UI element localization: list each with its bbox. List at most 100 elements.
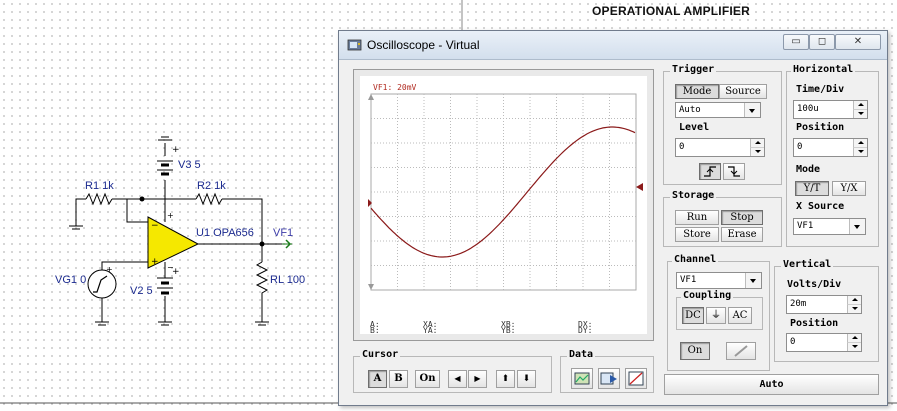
cursor-down-button[interactable]: ⬇ bbox=[517, 370, 536, 388]
channel-color-button[interactable] bbox=[726, 342, 756, 360]
volts-div-field[interactable]: 20m bbox=[786, 295, 862, 314]
chevron-down-icon[interactable] bbox=[745, 273, 761, 288]
vertical-position-field[interactable]: 0 bbox=[786, 333, 862, 352]
oscilloscope-app-icon bbox=[347, 39, 362, 51]
volts-div-value: 20m bbox=[790, 299, 807, 309]
cursor-left-button[interactable]: ◀ bbox=[448, 370, 467, 388]
coupling-ground-button[interactable]: ⏚ bbox=[706, 307, 726, 324]
spin-down-icon[interactable] bbox=[847, 342, 861, 351]
cursor-on-button[interactable]: On bbox=[415, 370, 440, 388]
spin-down-icon[interactable] bbox=[750, 147, 764, 156]
horizontal-mode-label: Mode bbox=[796, 164, 821, 175]
pencil-icon bbox=[734, 345, 748, 357]
svg-text:−: − bbox=[167, 263, 174, 272]
chevron-down-icon[interactable] bbox=[849, 219, 865, 234]
trigger-source-button[interactable]: Source bbox=[719, 84, 767, 99]
store-button[interactable]: Store bbox=[675, 227, 719, 242]
channel-group: Channel VF1 Coupling DC ⏚ AC On bbox=[667, 254, 770, 371]
channel-title: Channel bbox=[672, 254, 719, 265]
vg1-label: VG1 0 bbox=[55, 274, 87, 286]
spin-up-icon[interactable] bbox=[750, 139, 764, 148]
svg-text:+: + bbox=[167, 211, 174, 220]
coupling-dc-button[interactable]: DC bbox=[682, 307, 704, 324]
spin-up-icon[interactable] bbox=[847, 334, 861, 343]
trigger-mode-button[interactable]: Mode bbox=[675, 84, 719, 99]
time-div-label: Time/Div bbox=[796, 84, 845, 95]
chevron-down-icon[interactable] bbox=[744, 103, 760, 117]
mode-yx-button[interactable]: Y/X bbox=[832, 181, 866, 196]
x-source-select[interactable]: VF1 bbox=[793, 218, 866, 235]
trigger-rising-edge-button[interactable] bbox=[699, 163, 721, 180]
stop-button[interactable]: Stop bbox=[721, 210, 763, 225]
r1-label: R1 1k bbox=[85, 180, 114, 192]
oscilloscope-title: Oscilloscope - Virtual bbox=[367, 38, 480, 52]
svg-text:+: + bbox=[106, 265, 113, 274]
export-image-icon bbox=[574, 372, 590, 385]
svg-text:+: + bbox=[172, 145, 180, 155]
spin-up-icon[interactable] bbox=[847, 296, 861, 305]
x-source-label: X Source bbox=[796, 201, 845, 212]
coupling-ac-button[interactable]: AC bbox=[728, 307, 752, 324]
rl-label: RL 100 bbox=[270, 274, 306, 286]
cursor-group: Cursor A B On ◀ ▶ ⬆ ⬇ bbox=[353, 349, 552, 393]
svg-text:+: + bbox=[151, 257, 159, 267]
trigger-group: Trigger Mode Source Auto Level 0 bbox=[663, 64, 782, 185]
horizontal-position-value: 0 bbox=[797, 142, 803, 152]
close-button[interactable]: ✕ bbox=[835, 34, 881, 50]
oscilloscope-titlebar[interactable]: Oscilloscope - Virtual ▭ ◻ ✕ bbox=[339, 31, 887, 60]
v3-label: V3 5 bbox=[178, 159, 201, 171]
cursor-right-button[interactable]: ▶ bbox=[468, 370, 487, 388]
channel-select[interactable]: VF1 bbox=[676, 272, 762, 289]
export-data-button[interactable] bbox=[598, 368, 620, 389]
cursor-up-button[interactable]: ⬆ bbox=[496, 370, 515, 388]
horizontal-position-field[interactable]: 0 bbox=[793, 138, 868, 157]
trigger-falling-edge-button[interactable] bbox=[723, 163, 745, 180]
scope-screen: VF1: 20mV A: XA: XB: DX: bbox=[360, 76, 647, 334]
erase-button[interactable]: Erase bbox=[721, 227, 763, 242]
vertical-position-value: 0 bbox=[790, 337, 796, 347]
maximize-button[interactable]: ◻ bbox=[809, 34, 835, 50]
spin-down-icon[interactable] bbox=[847, 304, 861, 313]
time-div-value: 100u bbox=[797, 104, 819, 114]
plot-icon bbox=[628, 371, 644, 386]
spin-down-icon[interactable] bbox=[853, 109, 867, 118]
export-data-icon bbox=[600, 372, 617, 385]
channel-value: VF1 bbox=[680, 275, 697, 285]
storage-group: Storage Run Stop Store Erase bbox=[663, 190, 782, 247]
vertical-group: Vertical Volts/Div 20m Position 0 bbox=[774, 259, 879, 362]
cursor-readout-dy: DY: bbox=[578, 326, 593, 335]
data-group: Data bbox=[560, 349, 654, 393]
bottom-marker-icon bbox=[368, 284, 374, 290]
oscilloscope-window[interactable]: Oscilloscope - Virtual ▭ ◻ ✕ VF1: 20mV A… bbox=[338, 30, 888, 406]
data-title: Data bbox=[567, 349, 596, 360]
coupling-group: Coupling DC ⏚ AC bbox=[676, 290, 763, 330]
r2-label: R2 1k bbox=[197, 180, 226, 192]
svg-text:−: − bbox=[151, 221, 159, 231]
horizontal-group: Horizontal Time/Div 100u Position 0 Mode… bbox=[786, 64, 879, 247]
plot-button[interactable] bbox=[625, 368, 647, 389]
trigger-mode-select[interactable]: Auto bbox=[675, 102, 761, 118]
trigger-level-marker-icon bbox=[636, 183, 643, 191]
auto-button[interactable]: Auto bbox=[664, 374, 879, 395]
trigger-level-field[interactable]: 0 bbox=[675, 138, 765, 157]
trigger-mode-value: Auto bbox=[679, 105, 701, 115]
v2-label: V2 5 bbox=[130, 285, 153, 297]
cursor-readout-yb: YB: bbox=[501, 326, 516, 335]
export-image-button[interactable] bbox=[571, 368, 593, 389]
spin-down-icon[interactable] bbox=[853, 147, 867, 156]
cursor-a-button[interactable]: A bbox=[368, 370, 387, 388]
trigger-title: Trigger bbox=[670, 64, 717, 75]
run-button[interactable]: Run bbox=[675, 210, 719, 225]
spin-up-icon[interactable] bbox=[853, 101, 867, 110]
u1-label: U1 OPA656 bbox=[196, 227, 254, 239]
scope-graticule bbox=[368, 93, 643, 291]
spin-up-icon[interactable] bbox=[853, 139, 867, 148]
trigger-level-label: Level bbox=[679, 122, 710, 133]
mode-yt-button[interactable]: Y/T bbox=[795, 181, 829, 196]
coupling-title: Coupling bbox=[681, 290, 734, 301]
vertical-position-label: Position bbox=[790, 318, 839, 329]
cursor-b-button[interactable]: B bbox=[389, 370, 408, 388]
channel-on-button[interactable]: On bbox=[680, 342, 710, 360]
time-div-field[interactable]: 100u bbox=[793, 100, 868, 119]
minimize-button[interactable]: ▭ bbox=[783, 34, 809, 50]
